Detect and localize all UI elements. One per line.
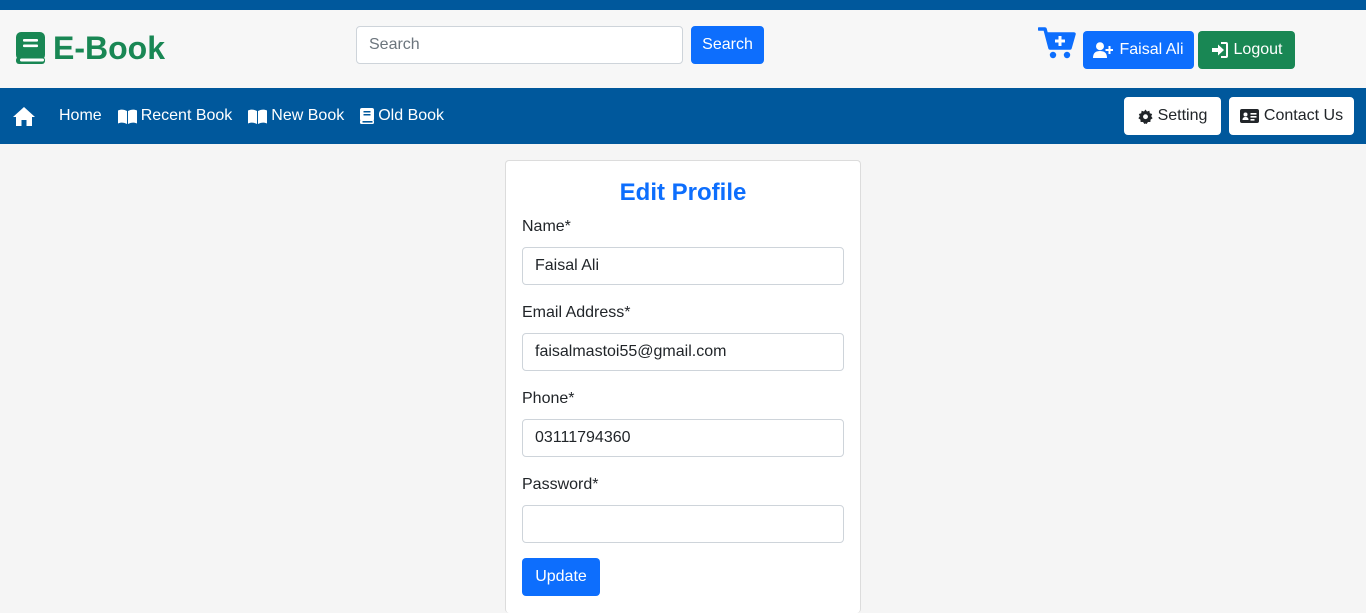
site-header: E-Book Search Faisal Ali Logout bbox=[0, 10, 1366, 88]
book-logo-icon bbox=[16, 32, 45, 64]
nav-link-label: Old Book bbox=[378, 107, 445, 124]
brand-name: E-Book bbox=[53, 30, 165, 66]
setting-button[interactable]: Setting bbox=[1124, 97, 1221, 135]
top-accent-strip bbox=[0, 0, 1366, 10]
user-plus-icon bbox=[1093, 42, 1114, 58]
nav-links: Home Recent Book New Book Old Book bbox=[59, 88, 460, 144]
nav-link-label: Recent Book bbox=[140, 107, 233, 124]
contact-label: Contact Us bbox=[1263, 107, 1344, 124]
password-field[interactable] bbox=[522, 505, 844, 543]
search-button[interactable]: Search bbox=[691, 26, 764, 64]
logout-label: Logout bbox=[1233, 41, 1283, 58]
gear-icon bbox=[1137, 108, 1153, 124]
nav-link-recent-book[interactable]: Recent Book bbox=[117, 107, 233, 125]
nav-link-label: New Book bbox=[271, 107, 345, 124]
nav-link-new-book[interactable]: New Book bbox=[248, 107, 344, 125]
id-card-icon bbox=[1239, 109, 1259, 123]
brand-logo[interactable]: E-Book bbox=[16, 30, 165, 66]
email-label: Email Address* bbox=[522, 304, 631, 321]
book-open-icon bbox=[248, 109, 268, 124]
password-label: Password* bbox=[522, 476, 599, 493]
book-icon bbox=[360, 108, 375, 124]
cart-plus-icon[interactable] bbox=[1038, 26, 1076, 60]
phone-label: Phone* bbox=[522, 390, 575, 407]
name-label: Name* bbox=[522, 218, 571, 235]
book-open-icon bbox=[117, 109, 137, 124]
update-button[interactable]: Update bbox=[522, 558, 600, 596]
nav-link-label: Home bbox=[59, 107, 102, 124]
logout-button[interactable]: Logout bbox=[1198, 31, 1295, 69]
main-navbar: Home Recent Book New Book Old Book Setti… bbox=[0, 88, 1366, 144]
email-field[interactable] bbox=[522, 333, 844, 371]
phone-field[interactable] bbox=[522, 419, 844, 457]
setting-label: Setting bbox=[1157, 107, 1208, 124]
nav-link-home[interactable]: Home bbox=[59, 107, 102, 125]
contact-us-button[interactable]: Contact Us bbox=[1229, 97, 1354, 135]
home-icon[interactable] bbox=[12, 106, 36, 127]
name-field[interactable] bbox=[522, 247, 844, 285]
sign-in-icon bbox=[1211, 42, 1228, 58]
search-input[interactable] bbox=[356, 26, 683, 64]
user-name-label: Faisal Ali bbox=[1119, 41, 1184, 58]
user-profile-button[interactable]: Faisal Ali bbox=[1083, 31, 1194, 69]
edit-profile-card: Edit Profile Name* Email Address* Phone*… bbox=[505, 160, 861, 613]
nav-link-old-book[interactable]: Old Book bbox=[360, 107, 444, 125]
form-title: Edit Profile bbox=[619, 179, 747, 206]
